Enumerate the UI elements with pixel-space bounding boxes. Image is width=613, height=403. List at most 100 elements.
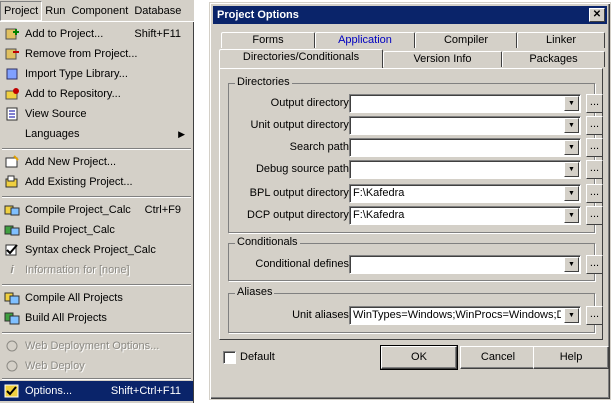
dropdown-arrow-icon[interactable]: ▼	[564, 186, 579, 201]
bpl-output-directory-label: BPL output directory:	[249, 187, 352, 199]
unit-aliases-combo[interactable]: WinTypes=Windows;WinProcs=Windows;DbiT ▼	[349, 306, 581, 325]
search-path-combo[interactable]: ▼	[349, 138, 581, 157]
close-button[interactable]: ✕	[589, 8, 605, 22]
menu-separator	[2, 284, 191, 286]
bpl-output-directory-combo[interactable]: F:\Kafedra ▼	[349, 184, 581, 203]
tab-linker[interactable]: Linker	[517, 32, 605, 48]
tab-directories-conditionals[interactable]: Directories/Conditionals	[219, 49, 383, 68]
bpl-output-directory-row: BPL output directory: F:\Kafedra ▼ ...	[229, 184, 603, 204]
conditional-defines-combo[interactable]: ▼	[349, 255, 581, 274]
dropdown-arrow-icon[interactable]: ▼	[564, 257, 579, 272]
options-icon	[4, 384, 20, 398]
dialog-title: Project Options	[217, 9, 299, 21]
output-directory-combo[interactable]: ▼	[349, 94, 581, 113]
tab-application[interactable]: Application	[315, 32, 415, 48]
menu-separator	[2, 332, 191, 334]
menu-item-information[interactable]: i Information for [none]	[0, 260, 193, 280]
menu-project[interactable]: Project	[0, 0, 43, 21]
menu-item-compile-all[interactable]: Compile All Projects	[0, 288, 193, 308]
project-options-dialog: Project Options ✕ Forms Application Comp…	[209, 2, 611, 400]
menu-run[interactable]: Run	[42, 0, 68, 22]
ok-button[interactable]: OK	[380, 345, 458, 370]
build-all-icon	[4, 311, 20, 325]
menu-item-view-source[interactable]: View Source	[0, 104, 193, 124]
dropdown-arrow-icon[interactable]: ▼	[564, 162, 579, 177]
tab-packages[interactable]: Packages	[502, 51, 605, 67]
search-path-label: Search path:	[289, 141, 352, 153]
dcp-output-directory-row: DCP output directory: F:\Kafedra ▼ ...	[229, 206, 603, 226]
unit-aliases-row: Unit aliases: WinTypes=Windows;WinProcs=…	[229, 306, 603, 326]
dcp-output-directory-browse-button[interactable]: ...	[586, 206, 603, 225]
directories-group: Directories Output directory: ▼ ... Unit…	[228, 76, 603, 233]
unit-output-directory-combo[interactable]: ▼	[349, 116, 581, 135]
menu-item-add-new-project[interactable]: Add New Project...	[0, 152, 193, 172]
project-menu: Add to Project... Shift+F11 Remove from …	[0, 22, 194, 403]
menu-item-web-deployment-options[interactable]: Web Deployment Options...	[0, 336, 193, 356]
output-directory-row: Output directory: ▼ ...	[229, 94, 603, 114]
submenu-arrow-icon: ▶	[178, 128, 185, 139]
menu-item-build-project[interactable]: Build Project_Calc	[0, 220, 193, 240]
dropdown-arrow-icon[interactable]: ▼	[564, 96, 579, 111]
tab-compiler[interactable]: Compiler	[415, 32, 517, 48]
bpl-output-directory-browse-button[interactable]: ...	[586, 184, 603, 203]
default-checkbox-label[interactable]: Default	[240, 351, 275, 363]
add-to-repository-icon	[4, 87, 20, 101]
import-type-library-icon	[4, 67, 20, 81]
tab-version-info[interactable]: Version Info	[383, 51, 502, 67]
debug-source-path-combo[interactable]: ▼	[349, 160, 581, 179]
compile-all-icon	[4, 291, 20, 305]
view-source-icon	[4, 107, 20, 121]
search-path-browse-button[interactable]: ...	[586, 138, 603, 157]
dropdown-arrow-icon[interactable]: ▼	[564, 208, 579, 223]
aliases-group-title: Aliases	[235, 286, 275, 298]
menu-component[interactable]: Component	[68, 0, 131, 22]
dcp-output-directory-label: DCP output directory:	[247, 209, 352, 221]
unit-aliases-label: Unit aliases:	[292, 309, 352, 321]
menu-item-web-deploy[interactable]: Web Deploy	[0, 356, 193, 376]
cancel-button[interactable]: Cancel	[460, 346, 536, 369]
unit-output-directory-label: Unit output directory:	[250, 119, 353, 131]
information-icon: i	[10, 264, 14, 276]
menu-item-add-existing-project[interactable]: Add Existing Project...	[0, 172, 193, 192]
tab-panel-directories: Directories Output directory: ▼ ... Unit…	[219, 68, 603, 340]
unit-output-directory-row: Unit output directory: ▼ ...	[229, 116, 603, 136]
menu-item-syntax-check[interactable]: Syntax check Project_Calc	[0, 240, 193, 260]
debug-source-path-row: Debug source path: ▼ ...	[229, 160, 603, 180]
menu-item-add-to-repository[interactable]: Add to Repository...	[0, 84, 193, 104]
menu-bar: Project Run Component Database	[0, 0, 194, 22]
debug-source-path-label: Debug source path:	[255, 163, 352, 175]
tab-forms[interactable]: Forms	[221, 32, 315, 48]
syntax-check-icon	[4, 243, 20, 257]
output-directory-browse-button[interactable]: ...	[586, 94, 603, 113]
dropdown-arrow-icon[interactable]: ▼	[564, 118, 579, 133]
menu-item-options[interactable]: Options... Shift+Ctrl+F11	[0, 381, 193, 401]
menu-item-import-type-library[interactable]: Import Type Library...	[0, 64, 193, 84]
unit-output-directory-browse-button[interactable]: ...	[586, 116, 603, 135]
menu-item-add-to-project[interactable]: Add to Project... Shift+F11	[0, 24, 193, 44]
menu-item-compile-project[interactable]: Compile Project_Calc Ctrl+F9	[0, 200, 193, 220]
default-checkbox[interactable]	[223, 351, 236, 364]
add-to-project-icon	[4, 27, 20, 41]
conditionals-group-title: Conditionals	[235, 236, 300, 248]
menu-item-build-all[interactable]: Build All Projects	[0, 308, 193, 328]
web-deployment-icon	[4, 339, 20, 353]
aliases-group: Aliases Unit aliases: WinTypes=Windows;W…	[228, 286, 603, 333]
add-new-project-icon	[4, 155, 20, 169]
directories-group-title: Directories	[235, 76, 292, 88]
web-deploy-icon	[4, 359, 20, 373]
output-directory-label: Output directory:	[270, 97, 352, 109]
menu-separator	[2, 148, 191, 150]
build-icon	[4, 223, 20, 237]
conditional-defines-browse-button[interactable]: ...	[586, 255, 603, 274]
unit-aliases-browse-button[interactable]: ...	[586, 306, 603, 325]
menu-database[interactable]: Database	[131, 0, 184, 22]
menu-item-remove-from-project[interactable]: Remove from Project...	[0, 44, 193, 64]
dropdown-arrow-icon[interactable]: ▼	[564, 308, 579, 323]
help-button[interactable]: Help	[533, 346, 609, 369]
debug-source-path-browse-button[interactable]: ...	[586, 160, 603, 179]
conditionals-group: Conditionals Conditional defines: ▼ ...	[228, 236, 603, 281]
dropdown-arrow-icon[interactable]: ▼	[564, 140, 579, 155]
menu-item-languages[interactable]: Languages ▶	[0, 124, 193, 144]
dcp-output-directory-combo[interactable]: F:\Kafedra ▼	[349, 206, 581, 225]
conditional-defines-row: Conditional defines: ▼ ...	[229, 255, 603, 275]
